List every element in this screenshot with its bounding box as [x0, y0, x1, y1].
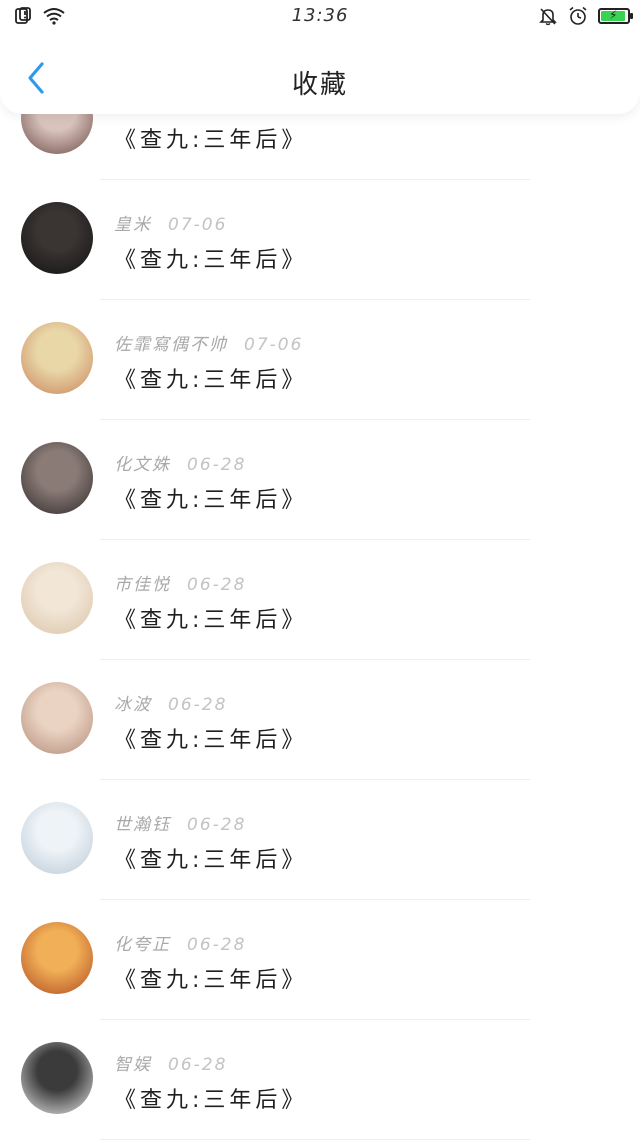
item-title: 《查九:三年后》	[114, 968, 308, 993]
item-meta: 世瀚钰 06-28	[114, 810, 246, 835]
author-name: 化夸正	[114, 935, 171, 955]
avatar	[21, 442, 93, 514]
avatar	[21, 1042, 93, 1114]
list-item[interactable]: 佐霏寫偶不帅 07-06 《查九:三年后》	[0, 300, 640, 420]
item-meta: 冰波 06-28	[114, 690, 227, 715]
avatar	[21, 922, 93, 994]
item-meta: 化夸正 06-28	[114, 930, 246, 955]
list-item[interactable]: 智娱 06-28 《查九:三年后》	[0, 1020, 640, 1140]
list-item[interactable]: 化夸正 06-28 《查九:三年后》	[0, 900, 640, 1020]
author-name: 佐霏寫偶不帅	[114, 335, 228, 355]
item-meta: 皇米 07-06	[114, 210, 227, 235]
author-name: 世瀚钰	[114, 815, 171, 835]
avatar	[21, 682, 93, 754]
status-bar: 13:36 ⚡	[0, 0, 640, 32]
item-date: 06-28	[187, 935, 247, 955]
item-date: 06-28	[168, 695, 228, 715]
author-name: 市佳悦	[114, 575, 171, 595]
avatar	[21, 202, 93, 274]
list-item[interactable]: 世瀚钰 06-28 《查九:三年后》	[0, 780, 640, 900]
item-title: 《查九:三年后》	[114, 488, 308, 513]
nav-header: 收藏	[0, 22, 640, 114]
avatar	[21, 322, 93, 394]
list-item[interactable]: 皇米 07-06 《查九:三年后》	[0, 180, 640, 300]
list-item[interactable]: 冰波 06-28 《查九:三年后》	[0, 660, 640, 780]
item-date: 06-28	[187, 455, 247, 475]
status-right-icons: ⚡	[538, 6, 633, 26]
battery-icon: ⚡	[598, 8, 633, 24]
author-name: 冰波	[114, 695, 152, 715]
author-name: 智娱	[114, 1055, 152, 1075]
item-meta: 智娱 06-28	[114, 1050, 227, 1075]
item-date: 06-28	[187, 815, 247, 835]
item-title: 《查九:三年后》	[114, 248, 308, 273]
item-date: 06-28	[187, 575, 247, 595]
item-title: 《查九:三年后》	[114, 848, 308, 873]
item-date: 07-06	[168, 215, 228, 235]
item-title: 《查九:三年后》	[114, 728, 308, 753]
list-item[interactable]: 市佳悦 06-28 《查九:三年后》	[0, 540, 640, 660]
list-item[interactable]: 化文姝 06-28 《查九:三年后》	[0, 420, 640, 540]
item-title: 《查九:三年后》	[114, 608, 308, 633]
item-date: 06-28	[168, 1055, 228, 1075]
item-meta: 佐霏寫偶不帅 07-06	[114, 330, 303, 355]
page-title: 收藏	[291, 70, 348, 100]
item-meta: 化文姝 06-28	[114, 450, 246, 475]
author-name: 化文姝	[114, 455, 171, 475]
bell-muted-icon	[539, 8, 557, 26]
item-meta: 市佳悦 06-28	[114, 570, 246, 595]
alarm-clock-icon	[569, 6, 587, 25]
item-date: 07-06	[244, 335, 304, 355]
avatar	[21, 562, 93, 634]
item-title: 《查九:三年后》	[114, 1088, 308, 1113]
avatar	[21, 802, 93, 874]
author-name: 皇米	[114, 215, 152, 235]
item-title: 《查九:三年后》	[114, 128, 308, 153]
item-title: 《查九:三年后》	[114, 368, 308, 393]
